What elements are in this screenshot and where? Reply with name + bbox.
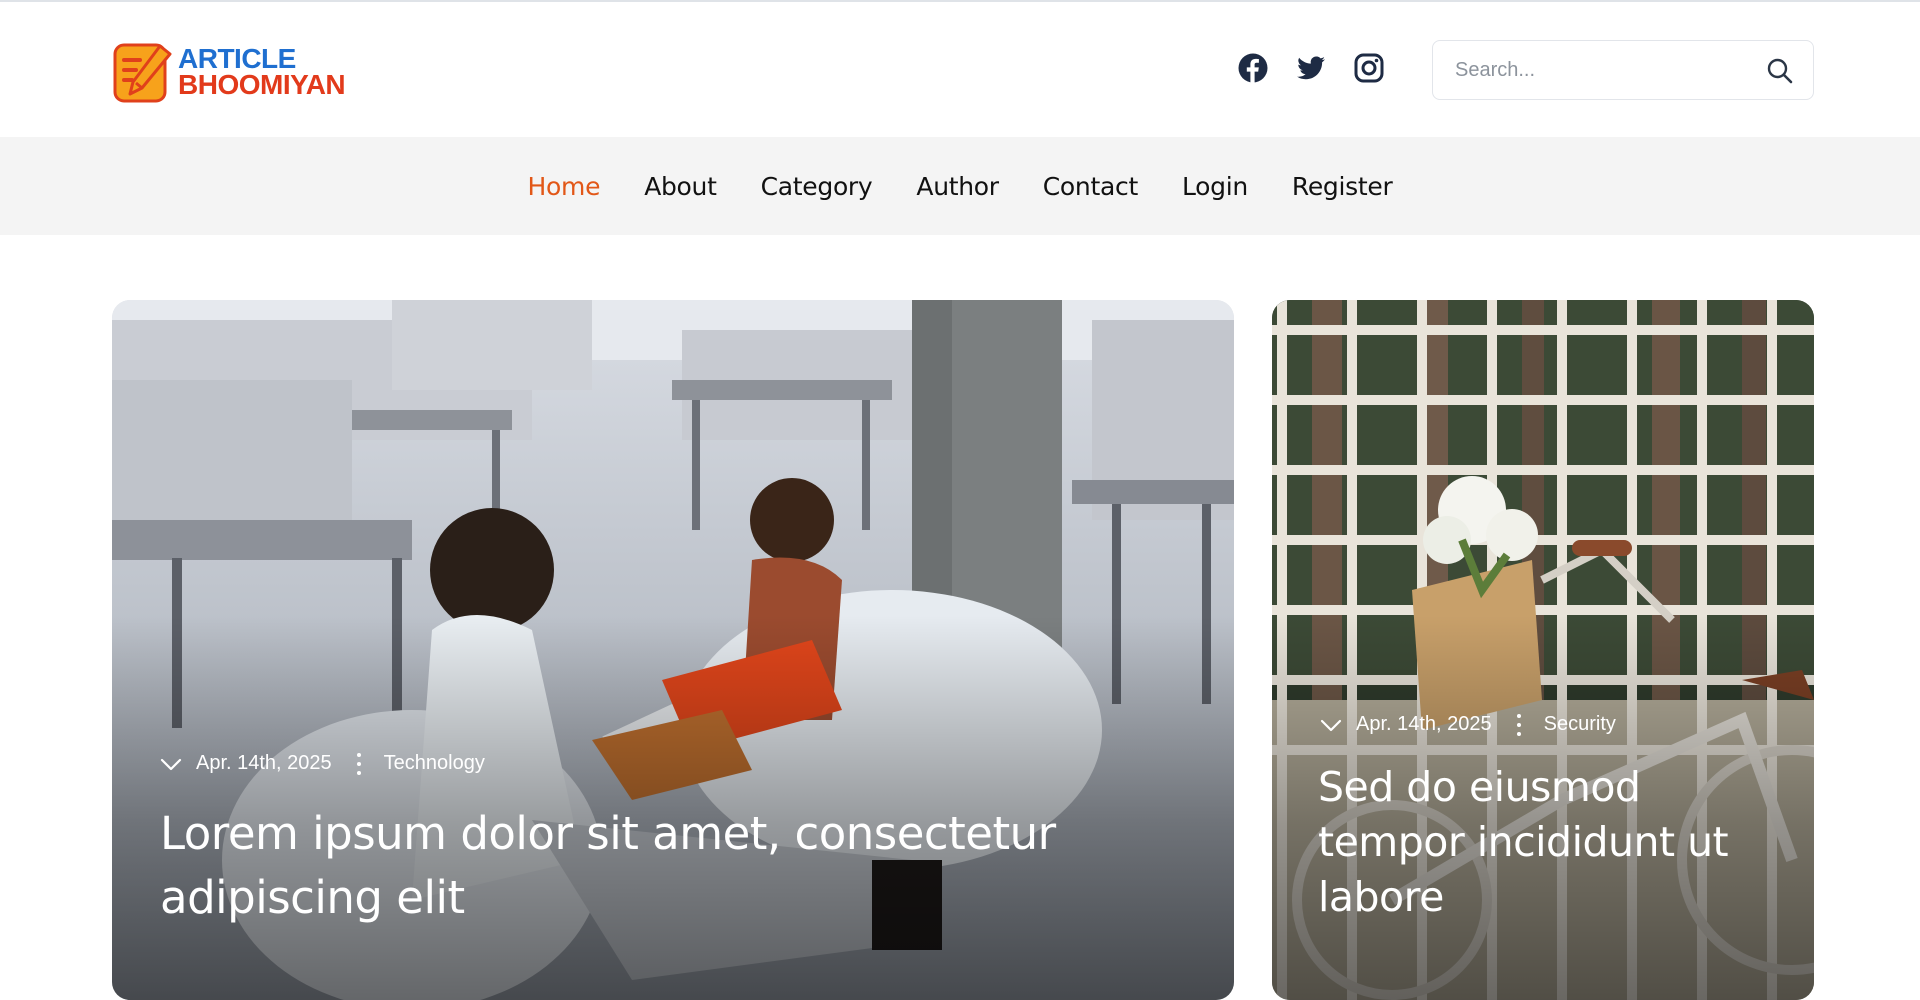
nav-item-category[interactable]: Category xyxy=(761,172,873,201)
article-meta: Apr. 14th, 2025 Technology xyxy=(160,752,485,775)
article-meta: Apr. 14th, 2025 Security xyxy=(1320,713,1616,736)
article-title[interactable]: Sed do eiusmod tempor incididunt ut labo… xyxy=(1318,760,1788,925)
logo-text-line2: BHOOMIYAN xyxy=(178,69,346,100)
facebook-icon xyxy=(1238,53,1268,83)
nav-item-contact[interactable]: Contact xyxy=(1043,172,1138,201)
nav-menu: Home About Category Author Contact Login… xyxy=(0,137,1920,235)
logo-wordmark: ARTICLE BHOOMIYAN xyxy=(178,45,346,100)
vertical-dots-icon xyxy=(356,752,362,775)
twitter-icon xyxy=(1297,56,1325,80)
article-category[interactable]: Security xyxy=(1544,713,1616,736)
nav-item-login[interactable]: Login xyxy=(1182,172,1248,201)
nav-item-register[interactable]: Register xyxy=(1292,172,1393,201)
search-box xyxy=(1432,40,1814,100)
instagram-icon xyxy=(1354,53,1384,83)
site-header: ARTICLE BHOOMIYAN xyxy=(0,2,1920,137)
chevron-down-icon xyxy=(1320,719,1342,731)
article-date: Apr. 14th, 2025 xyxy=(1356,713,1492,735)
featured-article-card[interactable]: Apr. 14th, 2025 Technology Lorem ipsum d… xyxy=(112,300,1234,1000)
article-category[interactable]: Technology xyxy=(384,752,485,775)
search-icon xyxy=(1767,58,1793,84)
chevron-down-icon xyxy=(160,758,182,770)
search-button[interactable] xyxy=(1765,56,1795,86)
nav-item-about[interactable]: About xyxy=(644,172,717,201)
twitter-link[interactable] xyxy=(1295,52,1327,84)
site-logo[interactable]: ARTICLE BHOOMIYAN xyxy=(112,40,346,104)
pen-document-icon xyxy=(113,43,172,103)
nav-item-author[interactable]: Author xyxy=(916,172,999,201)
vertical-dots-icon xyxy=(1516,713,1522,736)
article-date: Apr. 14th, 2025 xyxy=(196,752,332,774)
side-article-card[interactable]: Apr. 14th, 2025 Security Sed do eiusmod … xyxy=(1272,300,1814,1000)
main-navigation: Home About Category Author Contact Login… xyxy=(0,137,1920,235)
instagram-link[interactable] xyxy=(1353,52,1385,84)
nav-item-home[interactable]: Home xyxy=(528,172,601,201)
facebook-link[interactable] xyxy=(1237,52,1269,84)
search-input[interactable] xyxy=(1455,41,1755,99)
article-title[interactable]: Lorem ipsum dolor sit amet, consectetur … xyxy=(160,802,1160,930)
